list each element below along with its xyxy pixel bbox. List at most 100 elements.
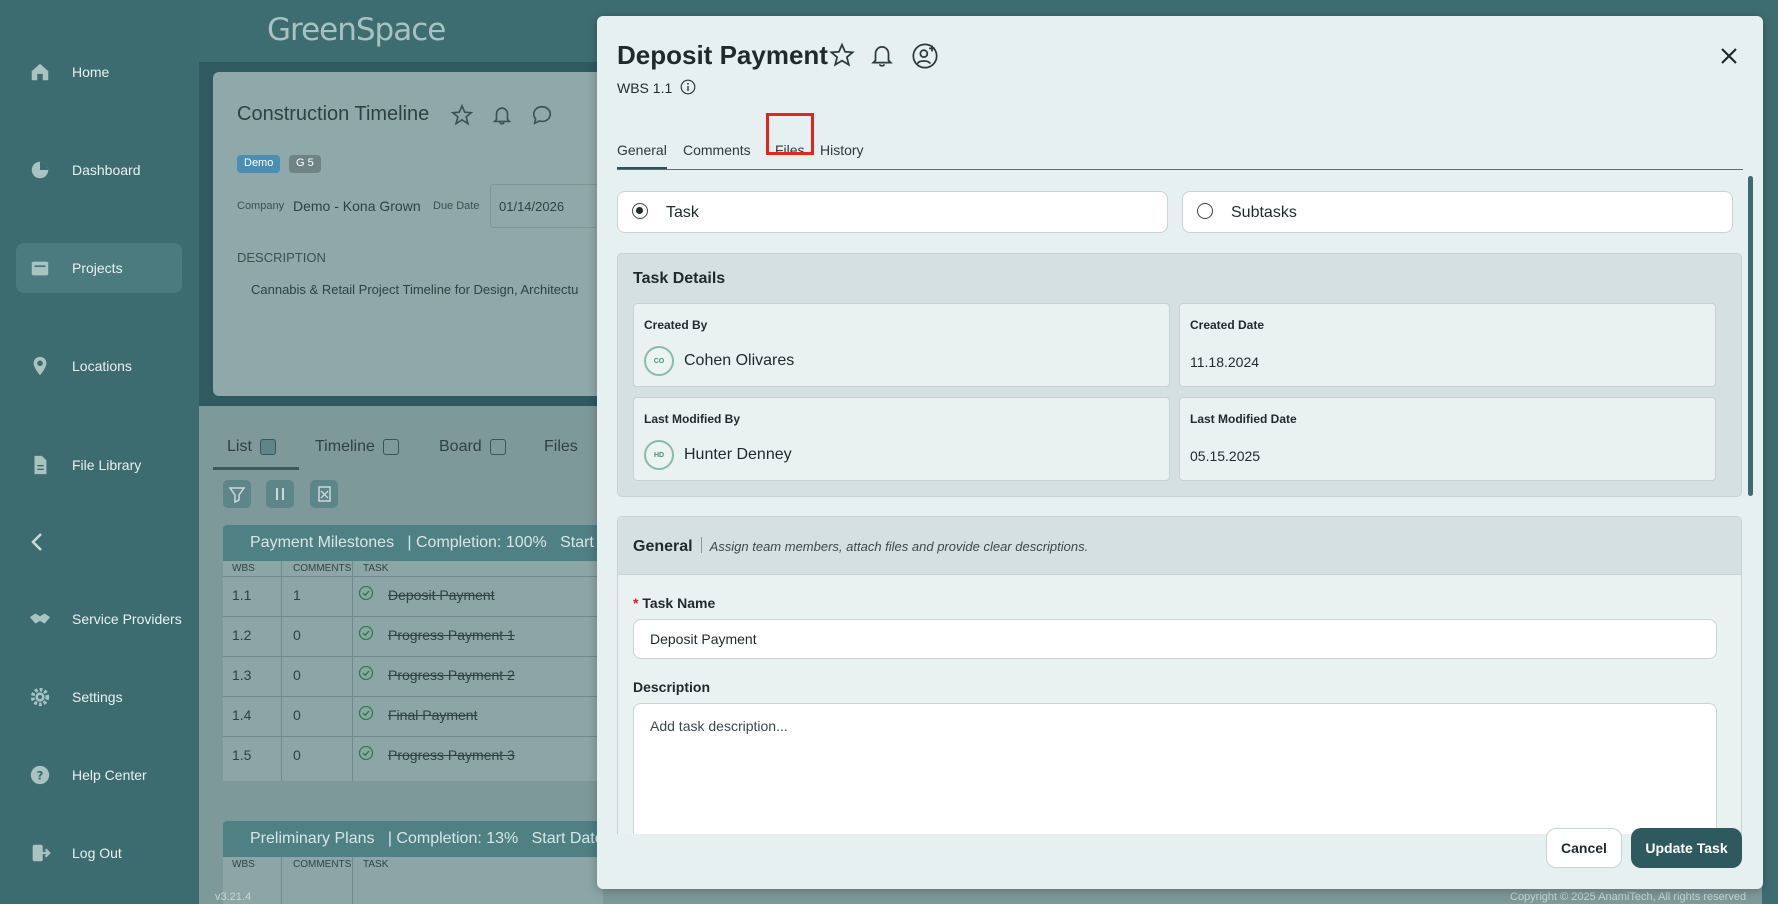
info-icon[interactable] (680, 79, 696, 100)
general-section: General Assign team members, attach files… (617, 516, 1742, 834)
sidebar-item-settings[interactable]: Settings (16, 672, 182, 722)
board-checkbox[interactable] (489, 438, 506, 455)
home-icon (26, 58, 54, 86)
table-row[interactable]: 1.2 0 Progress Payment 1 (223, 616, 603, 656)
page-scrollbar[interactable] (1762, 0, 1778, 904)
sidebar-item-service-providers[interactable]: Service Providers (16, 594, 182, 644)
payment-milestones-table: WBS COMMENTS TASK 1.1 1 Deposit Payment … (223, 561, 603, 781)
bell-icon[interactable] (869, 42, 895, 73)
created-date-cell: Created Date 11.18.2024 (1179, 303, 1716, 387)
subtasks-type-option[interactable]: Subtasks (1182, 191, 1733, 233)
pie-chart-icon (26, 156, 54, 184)
sidebar-item-locations[interactable]: Locations (16, 341, 182, 391)
app-version: v3.21.4 (215, 891, 252, 903)
close-icon[interactable] (1719, 46, 1739, 66)
section-header-payment-milestones[interactable]: Payment Milestones | Completion: 100% St… (223, 525, 610, 561)
sidebar-item-file-library[interactable]: File Library (16, 440, 182, 490)
add-user-icon[interactable] (911, 42, 939, 75)
description-label: DESCRIPTION (237, 250, 326, 265)
general-subheading: Assign team members, attach files and pr… (709, 539, 1089, 554)
avatar: CO (644, 346, 674, 376)
comment-icon[interactable] (531, 104, 553, 131)
modal-scrollbar[interactable] (1748, 176, 1753, 496)
created-by-cell: Created By CO Cohen Olivares (633, 303, 1170, 387)
sidebar-item-projects[interactable]: Projects (16, 243, 182, 293)
sidebar-item-home[interactable]: Home (16, 47, 182, 97)
sidebar-item-label: File Library (72, 457, 142, 473)
help-icon: ? (26, 761, 54, 789)
due-date-value: 01/14/2026 (499, 199, 565, 214)
company-value: Demo - Kona Grown (293, 198, 421, 214)
star-icon[interactable] (829, 42, 855, 73)
modal-body[interactable]: Task Subtasks Task Details Created By CO… (617, 174, 1748, 834)
collapse-sidebar-icon[interactable] (26, 530, 50, 554)
description-label: Description (633, 679, 711, 695)
task-name-input[interactable]: Deposit Payment (633, 619, 1717, 659)
cancel-button[interactable]: Cancel (1546, 828, 1622, 868)
table-header: WBS COMMENTS TASK (232, 859, 389, 870)
map-pin-icon (26, 352, 54, 380)
check-circle-icon (358, 585, 374, 604)
table-row[interactable]: 1.5 0 Progress Payment 3 (223, 736, 603, 776)
bell-icon[interactable] (491, 104, 513, 131)
files-tab-highlight (766, 113, 814, 155)
sidebar-item-label: Home (72, 64, 110, 80)
check-circle-icon (358, 665, 374, 684)
sidebar: Home Dashboard Projects Locations File L… (0, 0, 199, 904)
update-task-button[interactable]: Update Task (1631, 828, 1742, 868)
check-circle-icon (358, 705, 374, 724)
modal-title: Deposit Payment (617, 40, 828, 70)
task-name-label: * Task Name (633, 595, 716, 611)
project-description: Cannabis & Retail Project Timeline for D… (251, 282, 579, 297)
export-excel-button[interactable] (310, 480, 338, 508)
task-details-heading: Task Details (633, 270, 726, 287)
table-row[interactable]: 1.3 0 Progress Payment 2 (223, 656, 603, 696)
sidebar-item-dashboard[interactable]: Dashboard (16, 145, 182, 195)
table-header: WBS COMMENTS TASK (232, 563, 389, 574)
project-title: Construction Timeline (237, 103, 430, 125)
star-icon[interactable] (450, 103, 474, 131)
preliminary-plans-table: WBS COMMENTS TASK (223, 857, 603, 904)
modified-date-cell: Last Modified Date 05.15.2025 (1179, 397, 1716, 481)
avatar: HD (644, 440, 674, 470)
filter-button[interactable] (223, 480, 251, 508)
due-date-label: Due Date (433, 200, 480, 212)
view-tab-files[interactable]: Files (544, 438, 578, 456)
created-by-name: Cohen Olivares (684, 352, 795, 369)
pause-button[interactable] (266, 480, 294, 508)
table-row[interactable]: 1.4 0 Final Payment (223, 696, 603, 736)
tab-comments[interactable]: Comments (683, 142, 751, 158)
sidebar-item-help-center[interactable]: ? Help Center (16, 750, 182, 800)
sidebar-item-label: Dashboard (72, 162, 141, 178)
general-heading: General (633, 538, 693, 555)
due-date-field[interactable]: 01/14/2026 (490, 184, 600, 228)
folder-icon (26, 254, 54, 282)
app-logo: GreenSpace (267, 12, 446, 48)
sidebar-item-log-out[interactable]: Log Out (16, 828, 182, 878)
view-tab-board[interactable]: Board (439, 438, 506, 456)
description-textarea[interactable]: Add task description... (633, 703, 1717, 834)
company-label: Company (237, 200, 285, 212)
demo-badge: Demo (237, 155, 281, 173)
svg-text:?: ? (37, 769, 44, 783)
logout-icon (26, 839, 54, 867)
sidebar-item-label: Projects (72, 260, 123, 276)
gear-icon (26, 683, 54, 711)
tab-general[interactable]: General (617, 142, 667, 169)
list-checkbox[interactable] (259, 438, 276, 455)
task-details-panel: Task Details Created By CO Cohen Olivares… (617, 253, 1742, 497)
task-radio[interactable] (632, 203, 648, 219)
section-header-preliminary-plans[interactable]: Preliminary Plans | Completion: 13% Star… (223, 821, 608, 857)
view-tab-list[interactable]: List (227, 438, 276, 456)
subtasks-radio[interactable] (1197, 203, 1213, 219)
handshake-icon (26, 605, 54, 633)
table-row[interactable]: 1.1 1 Deposit Payment (223, 576, 603, 616)
copyright: Copyright © 2025 AnamiTech, All rights r… (1510, 891, 1747, 903)
active-view-underline (213, 467, 299, 470)
task-type-option[interactable]: Task (617, 191, 1168, 233)
timeline-checkbox[interactable] (382, 438, 399, 455)
view-tab-timeline[interactable]: Timeline (315, 438, 399, 456)
tab-history[interactable]: History (820, 142, 864, 158)
check-circle-icon (358, 625, 374, 644)
document-icon (26, 451, 54, 479)
